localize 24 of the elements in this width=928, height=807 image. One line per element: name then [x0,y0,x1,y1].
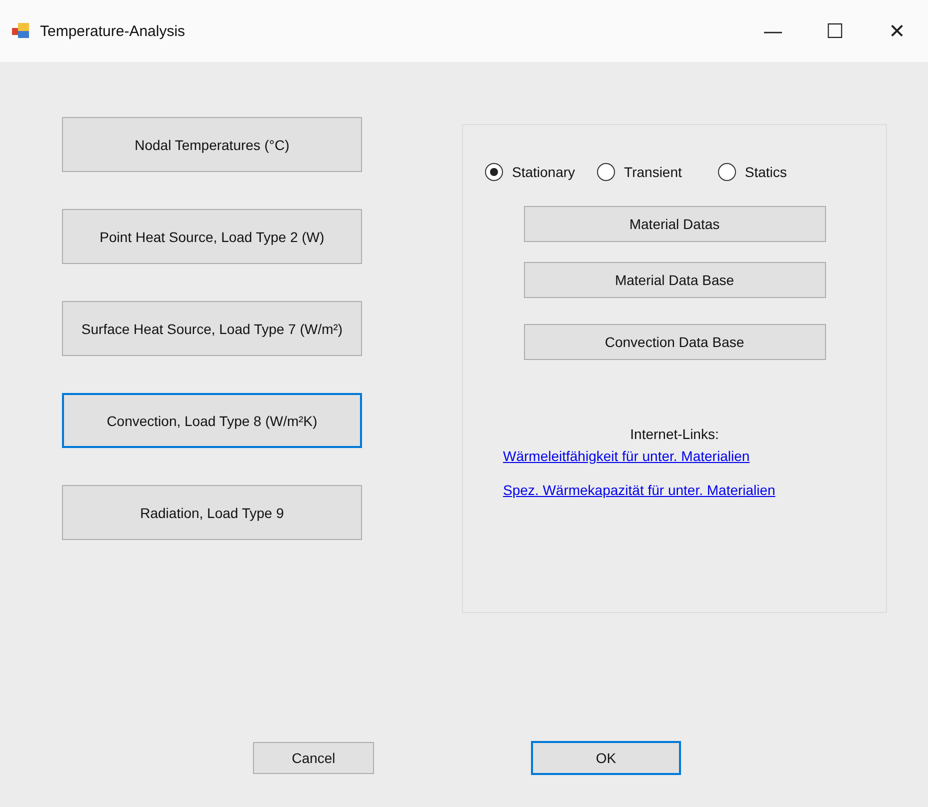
app-icon [12,23,30,39]
data-button[interactable]: Material Data Base [524,262,826,298]
links-heading: Internet-Links: [630,426,719,442]
radio-label: Stationary [512,164,576,180]
radio-button[interactable] [718,163,736,181]
radio-label: Statics [744,164,787,180]
radio-button[interactable] [485,163,503,181]
cancel-button[interactable]: Cancel [253,742,374,774]
radio-label: Transient [624,164,682,180]
maximize-button[interactable]: ☐ [804,11,866,51]
minimize-button[interactable]: — [742,11,804,51]
window-title: Temperature-Analysis [40,22,186,40]
data-button[interactable]: Convection Data Base [524,324,826,360]
load-type-button[interactable]: Surface Heat Source, Load Type 7 (W/m²) [62,301,362,356]
load-type-button[interactable]: Convection, Load Type 8 (W/m²K) [62,393,362,448]
web-link[interactable]: Wärmeleitfähigkeit für unter. Materialien [503,448,776,464]
web-link[interactable]: Spez. Wärmekapazität für unter. Materialien [503,482,776,498]
load-type-button[interactable]: Radiation, Load Type 9 [62,485,362,540]
data-button[interactable]: Material Datas [524,206,826,242]
ok-button[interactable]: OK [531,741,681,775]
close-button[interactable]: ✕ [866,11,928,51]
load-type-button[interactable]: Nodal Temperatures (°C) [62,117,362,172]
load-type-button[interactable]: Point Heat Source, Load Type 2 (W) [62,209,362,264]
radio-button[interactable] [597,163,616,181]
